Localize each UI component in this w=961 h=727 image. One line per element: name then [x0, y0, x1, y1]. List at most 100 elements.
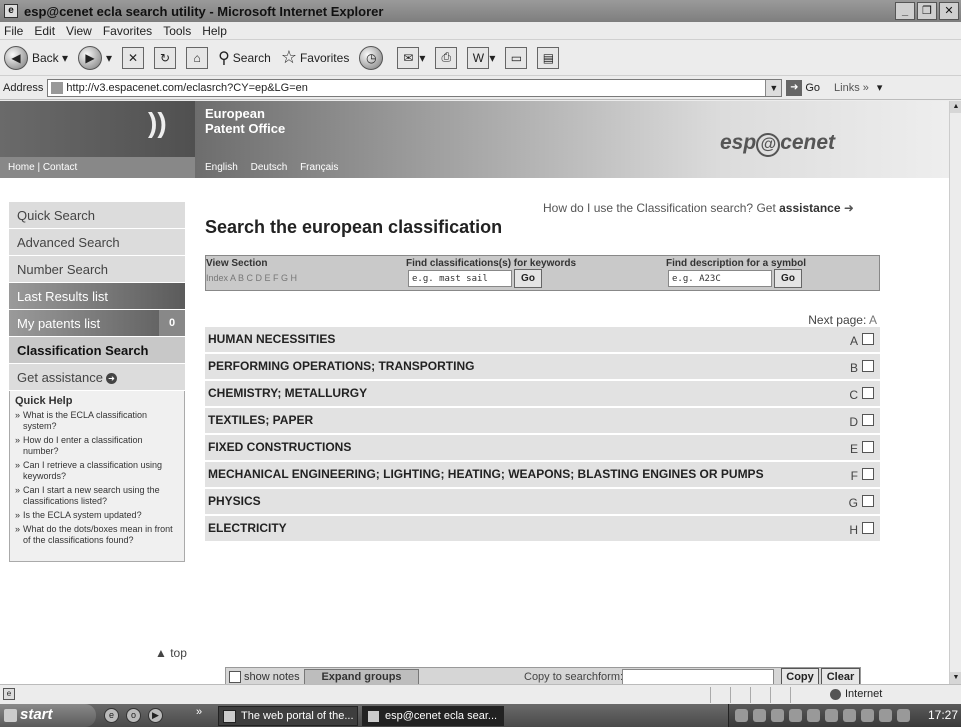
section-index-links[interactable]: Index A B C D E F G H	[206, 273, 297, 283]
close-button[interactable]: ✕	[939, 2, 959, 20]
tray-icon[interactable]	[825, 709, 838, 722]
maximize-button[interactable]: ❐	[917, 2, 937, 20]
refresh-button[interactable]: ↻	[154, 46, 177, 69]
nav-last-results[interactable]: Last Results list	[9, 283, 185, 310]
expand-groups-button[interactable]: Expand groups	[304, 669, 419, 684]
task-espacenet[interactable]: esp@cenet ecla sear...	[362, 706, 504, 726]
title-bar[interactable]: e esp@cenet ecla search utility - Micros…	[0, 0, 961, 22]
nav-quick-search[interactable]: Quick Search	[9, 202, 185, 229]
tray-icon[interactable]	[789, 709, 802, 722]
class-checkbox[interactable]	[862, 360, 874, 372]
tray-icon[interactable]	[861, 709, 874, 722]
go-button[interactable]: ➜ Go	[786, 79, 820, 96]
class-row[interactable]: PERFORMING OPERATIONS; TRANSPORTING B	[205, 354, 880, 381]
print-button[interactable]: ⎙	[435, 46, 458, 69]
minimize-button[interactable]: _	[895, 2, 915, 20]
class-row[interactable]: FIXED CONSTRUCTIONS E	[205, 435, 880, 462]
scroll-up-icon[interactable]: ▲	[950, 101, 961, 113]
home-contact-links[interactable]: Home | Contact	[0, 157, 195, 178]
menu-tools[interactable]: Tools	[163, 24, 191, 38]
copy-to-field[interactable]	[622, 669, 774, 684]
class-checkbox[interactable]	[862, 387, 874, 399]
home-button[interactable]: ⌂	[186, 46, 209, 69]
tray-icon[interactable]	[879, 709, 892, 722]
outlook-quicklaunch-icon[interactable]: o	[126, 708, 141, 723]
lang-deutsch[interactable]: Deutsch	[251, 162, 288, 173]
clock[interactable]: 17:27	[928, 708, 958, 722]
class-row[interactable]: MECHANICAL ENGINEERING; LIGHTING; HEATIN…	[205, 462, 880, 489]
favorites-button[interactable]: ☆ Favorites	[281, 47, 350, 68]
lang-francais[interactable]: Français	[300, 162, 338, 173]
ie-quicklaunch-icon[interactable]: e	[104, 708, 119, 723]
stop-button[interactable]: ✕	[122, 46, 145, 69]
class-checkbox[interactable]	[862, 333, 874, 345]
class-row[interactable]: PHYSICS G	[205, 489, 880, 516]
class-checkbox[interactable]	[862, 522, 874, 534]
history-button[interactable]: ◷	[359, 45, 387, 70]
class-row[interactable]: ELECTRICITY H	[205, 516, 880, 543]
class-row[interactable]: CHEMISTRY; METALLURGY C	[205, 381, 880, 408]
nav-get-assistance[interactable]: Get assistance ➜	[9, 364, 185, 391]
tray-icon[interactable]	[897, 709, 910, 722]
tray-icon[interactable]	[807, 709, 820, 722]
keywords-input[interactable]: e.g. mast sail	[408, 270, 512, 287]
status-bar: e Internet	[0, 684, 961, 704]
copy-button[interactable]: Copy	[781, 668, 819, 684]
assistance-link[interactable]: assistance	[779, 201, 840, 215]
address-input[interactable]: http://v3.espacenet.com/eclasrch?CY=ep&L…	[47, 78, 783, 97]
tray-icon[interactable]	[753, 709, 766, 722]
start-button[interactable]: start	[0, 704, 96, 727]
quick-help-link[interactable]: Can I retrieve a classification using ke…	[15, 460, 180, 482]
keywords-go-button[interactable]: Go	[514, 269, 542, 288]
class-checkbox[interactable]	[862, 441, 874, 453]
research-button[interactable]: ▤	[537, 46, 560, 69]
class-checkbox[interactable]	[862, 468, 874, 480]
media-quicklaunch-icon[interactable]: ▶	[148, 708, 163, 723]
back-button[interactable]: ◀ Back ▾	[4, 45, 68, 70]
quick-help-link[interactable]: How do I enter a classification number?	[15, 435, 180, 457]
ie-toolbar-icon[interactable]: ▾	[877, 81, 883, 94]
top-link[interactable]: ▲ top	[155, 646, 187, 660]
tray-icon[interactable]	[735, 709, 748, 722]
task-web-portal[interactable]: The web portal of the...	[218, 706, 358, 726]
show-notes-label: show notes	[244, 671, 300, 683]
go-arrow-icon: ➜	[786, 79, 803, 96]
word-button[interactable]: W ▾	[467, 46, 495, 69]
links-button[interactable]: Links »	[834, 82, 869, 94]
mail-button[interactable]: ✉ ▾	[397, 46, 425, 69]
quick-launch-chevron-icon[interactable]: »	[196, 706, 202, 718]
class-row[interactable]: HUMAN NECESSITIES A	[205, 327, 880, 354]
tray-icon[interactable]	[843, 709, 856, 722]
tray-icon[interactable]	[771, 709, 784, 722]
search-icon: ⚲	[218, 49, 230, 67]
address-dropdown-icon[interactable]: ▼	[765, 79, 782, 96]
lang-english[interactable]: English	[205, 162, 238, 173]
search-button[interactable]: ⚲ Search	[218, 48, 271, 68]
symbol-input[interactable]: e.g. A23C	[668, 270, 772, 287]
quick-help-link[interactable]: Can I start a new search using the class…	[15, 485, 180, 507]
view-section-label: View Section	[206, 258, 268, 269]
nav-advanced-search[interactable]: Advanced Search	[9, 229, 185, 256]
nav-classification-search[interactable]: Classification Search	[9, 337, 185, 364]
discuss-button[interactable]: ▭	[505, 46, 528, 69]
class-row[interactable]: TEXTILES; PAPER D	[205, 408, 880, 435]
menu-favorites[interactable]: Favorites	[103, 24, 152, 38]
nav-number-search[interactable]: Number Search	[9, 256, 185, 283]
next-page-link[interactable]: A	[869, 313, 877, 327]
menu-file[interactable]: File	[4, 24, 23, 38]
class-checkbox[interactable]	[862, 414, 874, 426]
forward-button[interactable]: ▶ ▾	[78, 45, 112, 70]
quick-help-link[interactable]: Is the ECLA system updated?	[15, 510, 180, 521]
menu-help[interactable]: Help	[202, 24, 227, 38]
menu-view[interactable]: View	[66, 24, 92, 38]
class-checkbox[interactable]	[862, 495, 874, 507]
vertical-scrollbar[interactable]: ▲ ▼	[949, 101, 961, 684]
symbol-go-button[interactable]: Go	[774, 269, 802, 288]
clear-button[interactable]: Clear	[821, 668, 860, 684]
nav-my-patents[interactable]: My patents list 0	[9, 310, 185, 337]
quick-help-link[interactable]: What do the dots/boxes mean in front of …	[15, 524, 180, 546]
quick-help-link[interactable]: What is the ECLA classification system?	[15, 410, 180, 432]
menu-edit[interactable]: Edit	[34, 24, 55, 38]
show-notes-checkbox[interactable]	[229, 671, 241, 683]
scroll-down-icon[interactable]: ▼	[950, 672, 961, 684]
